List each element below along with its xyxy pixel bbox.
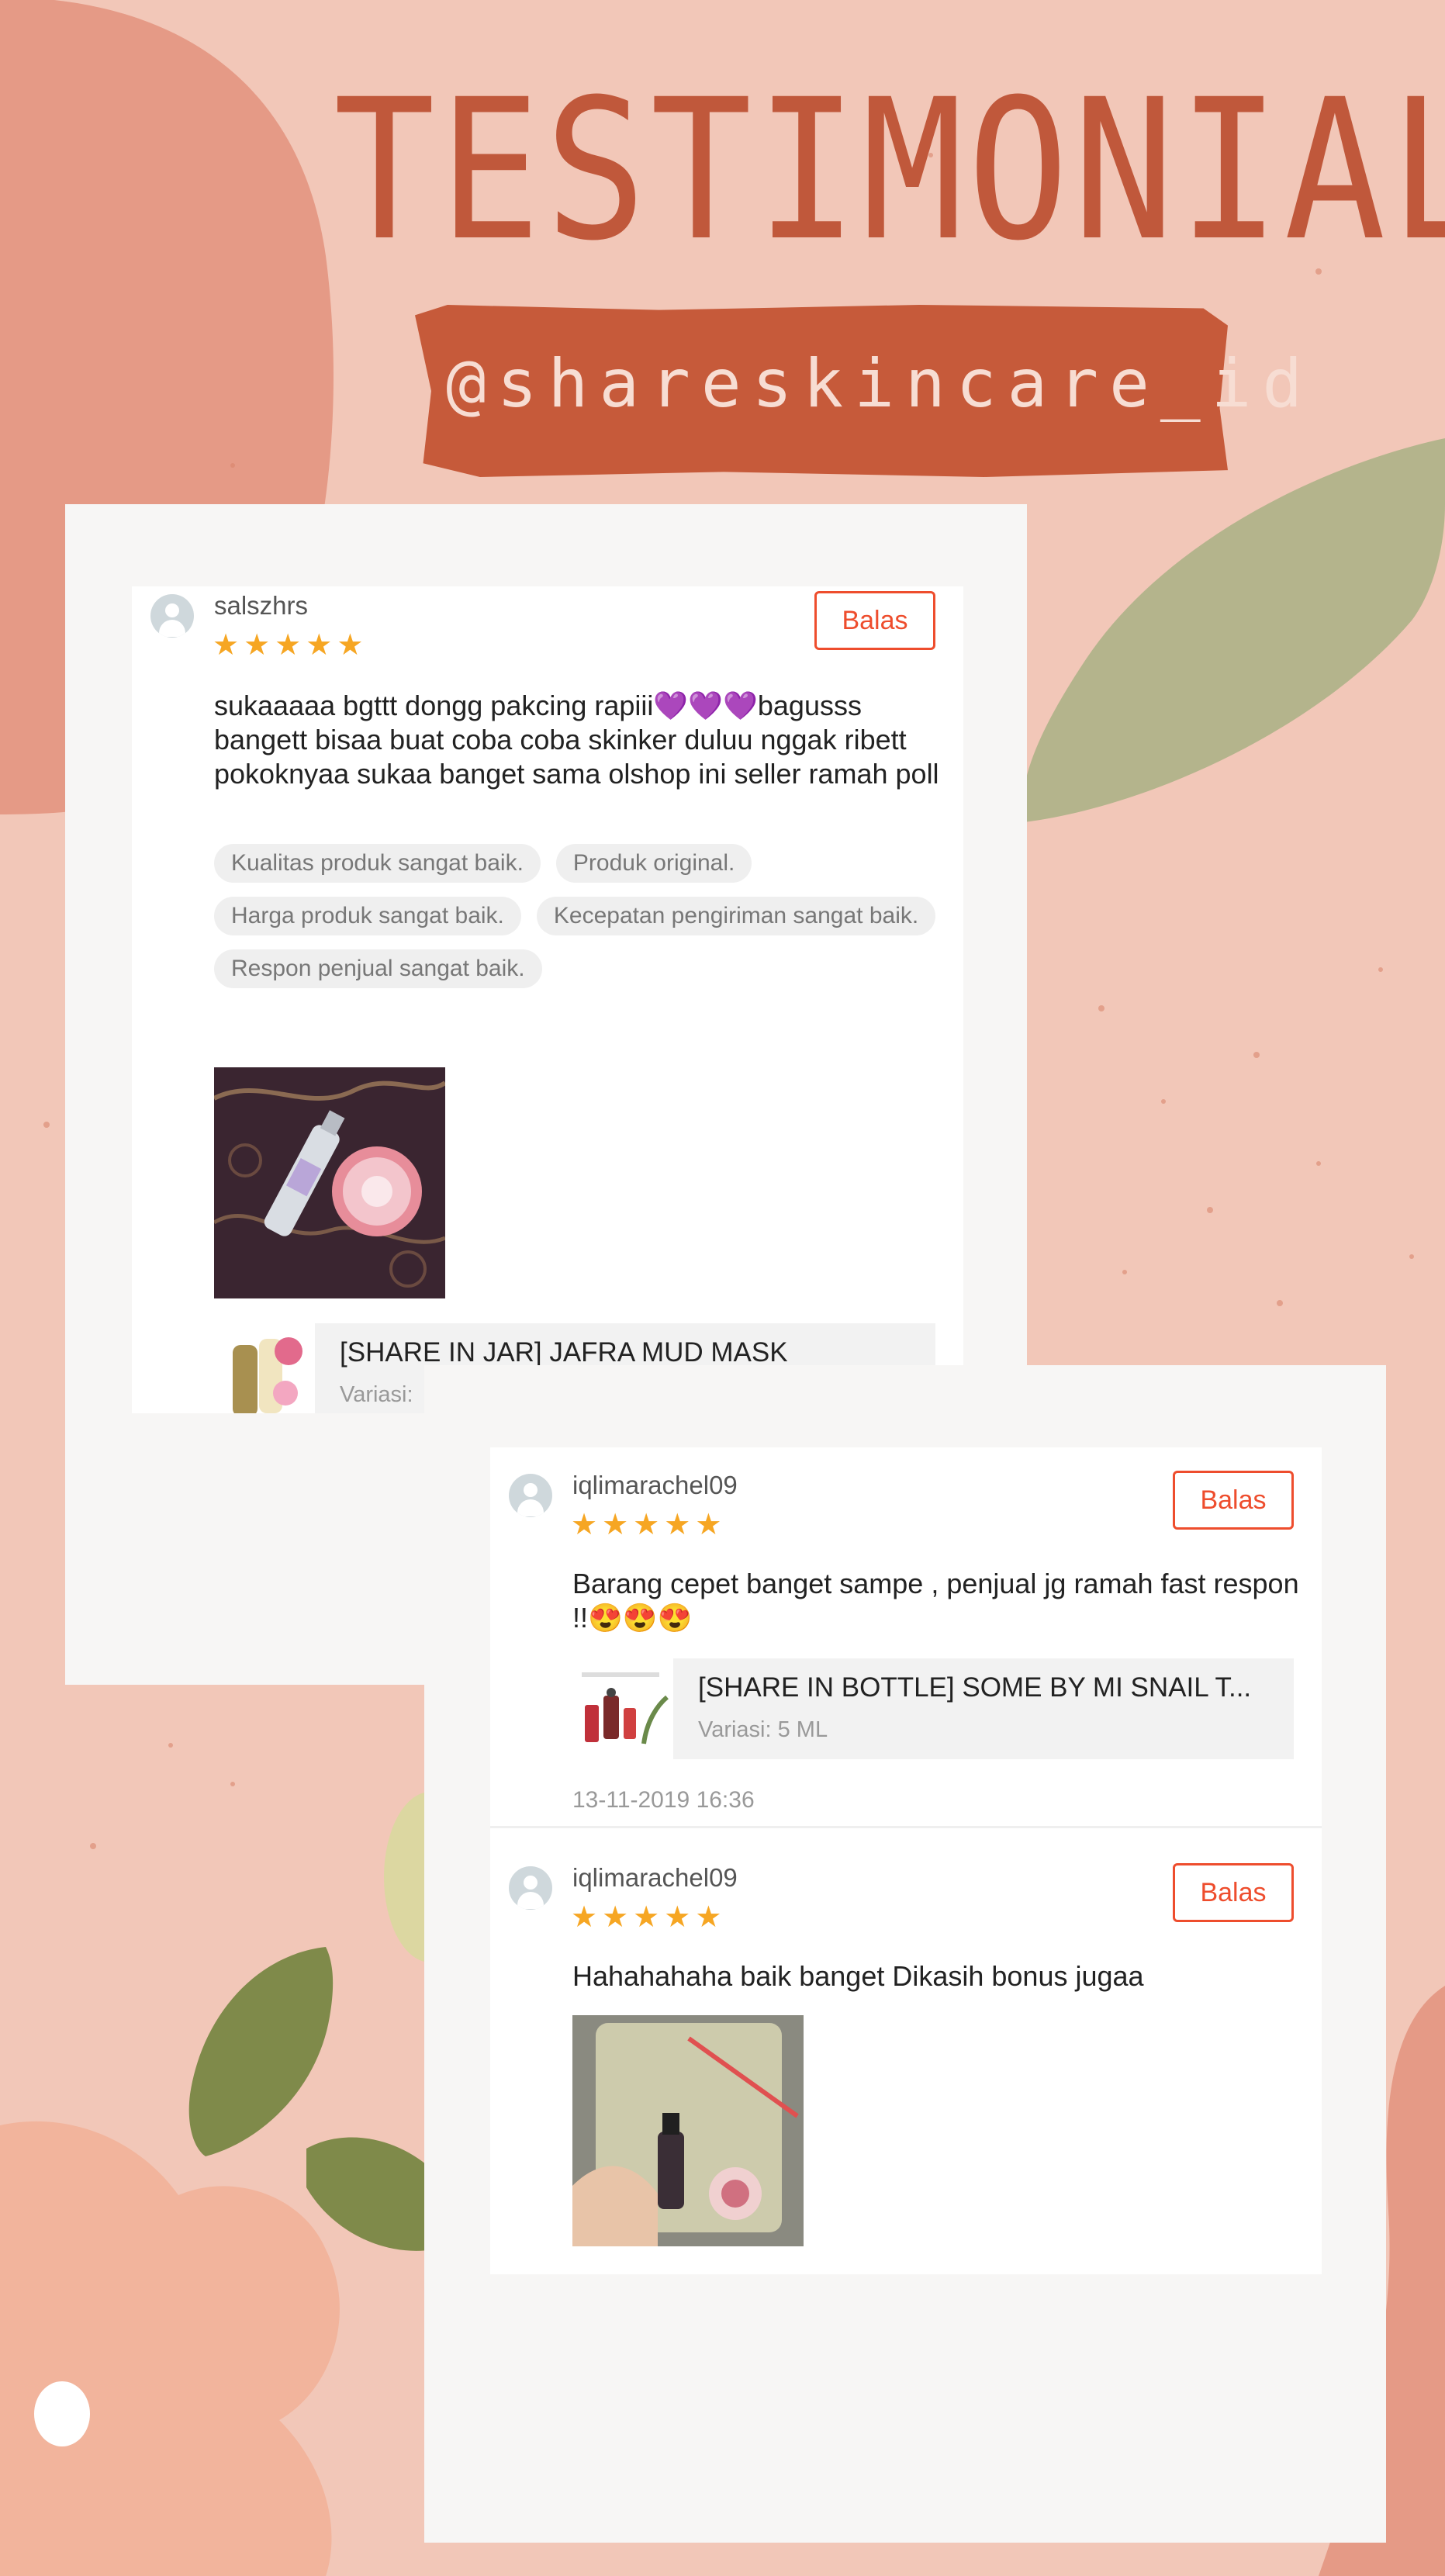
review-comment: Barang cepet banget sampe , penjual jg r… [572, 1568, 1299, 1634]
star-icon: ★ [306, 629, 333, 662]
star-icon: ★ [633, 1901, 660, 1934]
review-comment: Hahahahaha baik banget Dikasih bonus jug… [572, 1960, 1144, 1992]
avatar [509, 1474, 552, 1517]
avatar [509, 1866, 552, 1910]
review-tags: Kualitas produk sangat baik. Produk orig… [214, 844, 943, 988]
reviewer-username: iqlimarachel09 [572, 1471, 738, 1499]
review-screenshot-card-2: iqlimarachel09 ★ ★ ★ ★ ★ Balas Barang cepet … [424, 1365, 1386, 2543]
star-icon: ★ [664, 1509, 691, 1541]
review-comment: sukaaaaa bgttt dongg pakcing rapiii💜💜💜ba… [214, 690, 939, 790]
star-rating: ★ ★ ★ ★ ★ [571, 1509, 721, 1540]
review-photo[interactable] [214, 1067, 445, 1298]
star-icon: ★ [337, 629, 364, 662]
star-icon: ★ [275, 629, 302, 662]
page-title: TESTIMONIAL [334, 57, 1445, 283]
avatar [150, 594, 194, 638]
star-icon: ★ [633, 1509, 660, 1541]
reviewer-username: iqlimarachel09 [572, 1863, 738, 1892]
review-tag: Respon penjual sangat baik. [214, 949, 542, 988]
product-thumbnail [572, 1658, 673, 1759]
star-icon: ★ [244, 629, 271, 662]
star-icon: ★ [602, 1509, 629, 1541]
star-icon: ★ [695, 1509, 722, 1541]
product-name: [SHARE IN JAR] JAFRA MUD MASK [340, 1337, 788, 1368]
product-info[interactable]: [SHARE IN BOTTLE] SOME BY MI SNAIL T... … [572, 1658, 1294, 1759]
small-leaf-shape [188, 1947, 334, 2156]
review-tag: Harga produk sangat baik. [214, 897, 521, 935]
star-icon: ★ [571, 1509, 598, 1541]
star-icon: ★ [664, 1901, 691, 1934]
reviewer-username: salszhrs [214, 591, 309, 620]
divider [490, 1826, 1322, 1828]
star-icon: ★ [602, 1901, 629, 1934]
reply-button[interactable]: Balas [1173, 1863, 1294, 1922]
review-panel: iqlimarachel09 ★ ★ ★ ★ ★ Balas Barang cepet … [490, 1447, 1322, 2274]
product-variation: Variasi: [340, 1382, 413, 1407]
green-leaf-shape [1022, 438, 1445, 822]
reply-button[interactable]: Balas [814, 591, 935, 650]
star-icon: ★ [695, 1901, 722, 1934]
product-name: [SHARE IN BOTTLE] SOME BY MI SNAIL T... [698, 1672, 1252, 1703]
review-tag: Kecepatan pengiriman sangat baik. [536, 897, 936, 935]
review-tag: Kualitas produk sangat baik. [214, 844, 541, 883]
review-tag: Produk original. [555, 844, 752, 883]
star-rating: ★ ★ ★ ★ ★ [213, 630, 363, 661]
product-variation: Variasi: 5 ML [698, 1717, 828, 1742]
white-dot-shape [34, 2381, 90, 2446]
review-timestamp: 13-11-2019 16:36 [572, 1787, 755, 1813]
star-rating: ★ ★ ★ ★ ★ [571, 1902, 721, 1933]
star-icon: ★ [213, 629, 240, 662]
product-thumbnail [214, 1323, 315, 1413]
reply-button[interactable]: Balas [1173, 1471, 1294, 1530]
review-panel: salszhrs ★ ★ ★ ★ ★ Balas sukaaaaa bgttt dong… [132, 586, 963, 1413]
small-leaf-shape-2 [306, 2137, 434, 2251]
star-icon: ★ [571, 1901, 598, 1934]
instagram-handle: @shareskincare_id [446, 345, 1314, 423]
peach-flower-shape [0, 2121, 340, 2576]
review-photo[interactable] [572, 2015, 804, 2246]
